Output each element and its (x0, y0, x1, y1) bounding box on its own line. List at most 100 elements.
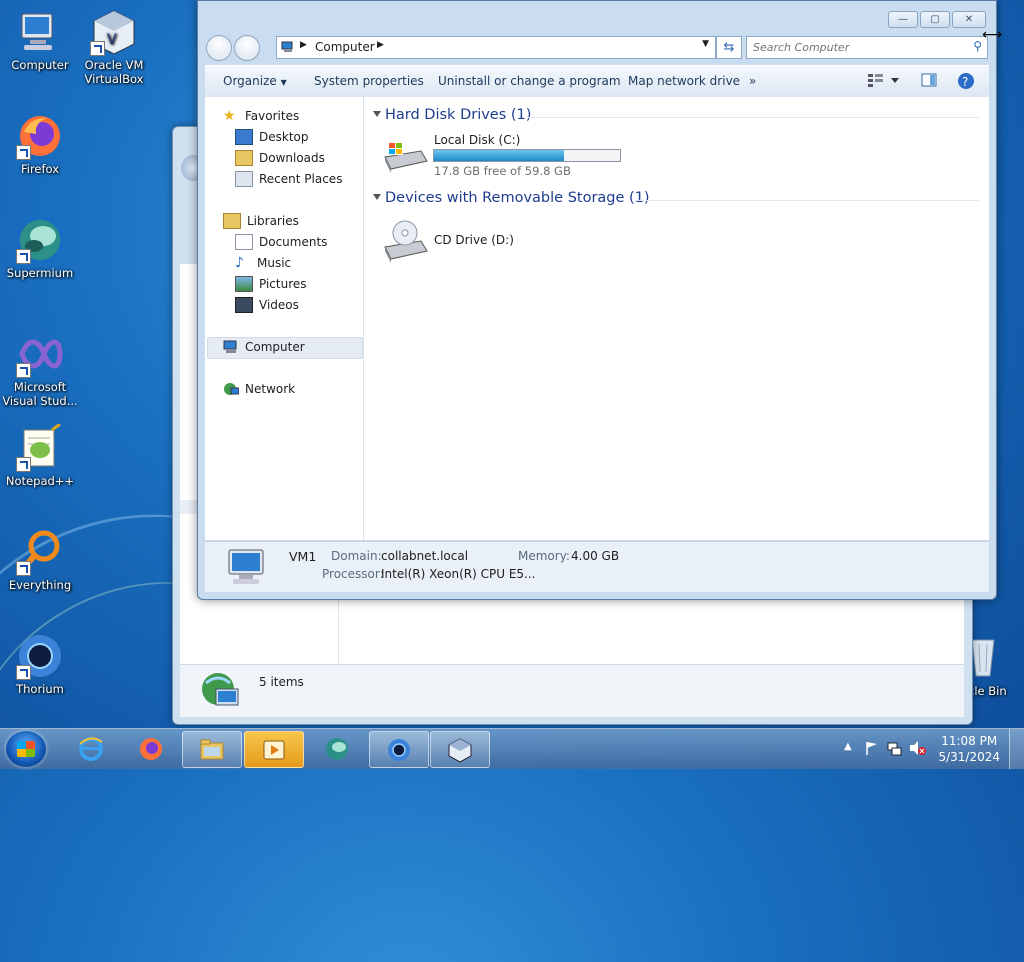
minimize-button[interactable]: — (888, 11, 918, 28)
taskbar: ▲ 11:08 PM 5/31/2024 (0, 728, 1024, 769)
forward-button[interactable] (234, 35, 260, 61)
action-center-flag-icon[interactable] (864, 740, 880, 759)
domain-label: Domain: (331, 549, 382, 563)
command-bar: Organize ▼ System properties Uninstall o… (205, 65, 989, 98)
show-hidden-icons-button[interactable]: ▲ (844, 741, 852, 752)
nav-desktop[interactable]: Desktop (235, 127, 309, 147)
address-dropdown-icon[interactable]: ▼ (702, 39, 709, 49)
taskbar-supermium[interactable] (308, 731, 366, 766)
desktop-icon-visual-studio[interactable]: Microsoft Visual Stud... (2, 330, 78, 408)
memory-value: 4.00 GB (571, 549, 620, 563)
change-view-button[interactable] (867, 72, 901, 91)
nav-favorites[interactable]: ★ Favorites (223, 106, 299, 126)
help-button[interactable]: ? (957, 72, 975, 93)
network-tray-icon[interactable] (886, 740, 902, 759)
star-icon: ★ (223, 108, 236, 124)
memory-label: Memory: (518, 549, 570, 563)
address-row: ▶ Computer ▶ ▼ ⇆ ⚲ (206, 34, 988, 61)
search-box[interactable]: ⚲ (746, 36, 988, 59)
visual-studio-icon (16, 330, 64, 378)
show-desktop-button[interactable] (1009, 729, 1024, 769)
desktop-icon-computer[interactable]: Computer (2, 8, 78, 72)
refresh-button[interactable]: ⇆ (716, 36, 742, 59)
nav-computer[interactable]: Computer (223, 337, 305, 357)
search-input[interactable] (751, 39, 965, 56)
nav-music[interactable]: ♪ Music (235, 253, 291, 273)
system-properties-button[interactable]: System properties (314, 74, 424, 88)
thorium-icon (16, 632, 64, 680)
maximize-icon: ▢ (930, 14, 940, 25)
desktop-icon-everything[interactable]: Everything (2, 528, 78, 592)
system-tray: ▲ 11:08 PM 5/31/2024 (834, 729, 1024, 769)
desktop-icon-label: Thorium (16, 682, 64, 696)
clock-date: 5/31/2024 (938, 750, 1000, 764)
nav-documents[interactable]: Documents (235, 232, 327, 252)
nav-network[interactable]: Network (223, 379, 295, 399)
group-header-removable-storage[interactable]: Devices with Removable Storage (1) (385, 190, 650, 206)
music-note-icon: ♪ (235, 255, 244, 271)
search-icon[interactable]: ⚲ (973, 39, 982, 53)
uninstall-program-button[interactable]: Uninstall or change a program (438, 74, 621, 88)
taskbar-media-player[interactable] (244, 731, 304, 768)
media-player-icon (263, 740, 285, 760)
group-divider (635, 200, 979, 201)
supermium-icon (16, 216, 64, 264)
more-commands-button[interactable]: » (749, 74, 756, 88)
nav-downloads[interactable]: Downloads (235, 148, 325, 168)
thorium-icon (388, 739, 410, 761)
view-icon (868, 74, 899, 87)
nav-pictures[interactable]: Pictures (235, 274, 307, 294)
address-bar[interactable]: ▶ Computer ▶ ▼ (276, 36, 716, 59)
taskbar-virtualbox[interactable] (430, 731, 490, 768)
drive-item-local-disk[interactable]: Local Disk (C:) 17.8 GB free of 59.8 GB (381, 133, 631, 179)
maximize-button[interactable]: ▢ (920, 11, 950, 28)
recent-places-icon (235, 171, 253, 187)
breadcrumb-arrow-icon: ▶ (300, 40, 307, 50)
notepadpp-icon (16, 422, 64, 472)
svg-text:V: V (107, 32, 117, 48)
taskbar-internet-explorer[interactable] (62, 731, 120, 766)
help-icon: ? (958, 73, 974, 89)
desktop-icon-label: Firefox (20, 162, 60, 176)
nav-recent-places[interactable]: Recent Places (235, 169, 342, 189)
virtualbox-icon (448, 738, 472, 763)
collapse-group-icon[interactable] (373, 111, 381, 117)
desktop-icon-thorium[interactable]: Thorium (2, 632, 78, 696)
close-button[interactable]: ✕ (952, 11, 986, 28)
desktop-icon-supermium[interactable]: Supermium (2, 216, 78, 280)
nav-libraries[interactable]: Libraries (223, 211, 299, 231)
volume-muted-icon[interactable] (908, 740, 926, 759)
everything-icon (16, 528, 64, 576)
computer-icon (281, 41, 295, 56)
background-window-status-bar: 5 items (180, 664, 964, 717)
explorer-content: ★ Favorites Desktop Downloads Recent Plac… (205, 97, 989, 540)
virtualbox-icon: V (90, 8, 138, 56)
drive-free-space: 17.8 GB free of 59.8 GB (434, 164, 571, 178)
resize-cursor-icon: ⟷ (982, 27, 1003, 43)
explorer-window[interactable]: — ▢ ✕ ▶ Computer ▶ ▼ ⇆ ⚲ Organize ▼ Syst… (197, 0, 997, 600)
breadcrumb-arrow-icon[interactable]: ▶ (377, 40, 384, 50)
desktop-icon-firefox[interactable]: Firefox (2, 112, 78, 176)
breadcrumb-computer[interactable]: Computer (315, 40, 375, 54)
folder-icon (200, 739, 224, 760)
computer-icon (223, 340, 239, 354)
map-network-drive-button[interactable]: Map network drive (628, 74, 740, 88)
group-divider (527, 117, 979, 118)
caption-buttons: — ▢ ✕ (888, 11, 986, 28)
collapse-group-icon[interactable] (373, 194, 381, 200)
group-header-hard-disk-drives[interactable]: Hard Disk Drives (1) (385, 107, 531, 123)
start-button[interactable] (6, 731, 46, 767)
organize-menu[interactable]: Organize ▼ (223, 74, 287, 88)
taskbar-firefox[interactable] (122, 731, 180, 766)
item-count-status: 5 items (259, 675, 304, 689)
taskbar-thorium[interactable] (369, 731, 429, 768)
drive-item-cd-drive[interactable]: CD Drive (D:) (381, 219, 581, 265)
desktop-icon-notepadpp[interactable]: Notepad++ (2, 422, 78, 488)
preview-pane-button[interactable] (921, 73, 937, 90)
clock[interactable]: 11:08 PM 5/31/2024 (938, 733, 1000, 765)
taskbar-windows-explorer[interactable] (182, 731, 242, 768)
pictures-icon (235, 276, 253, 292)
desktop-icon-virtualbox[interactable]: V Oracle VM VirtualBox (76, 8, 152, 86)
nav-videos[interactable]: Videos (235, 295, 299, 315)
back-button[interactable] (206, 35, 232, 61)
